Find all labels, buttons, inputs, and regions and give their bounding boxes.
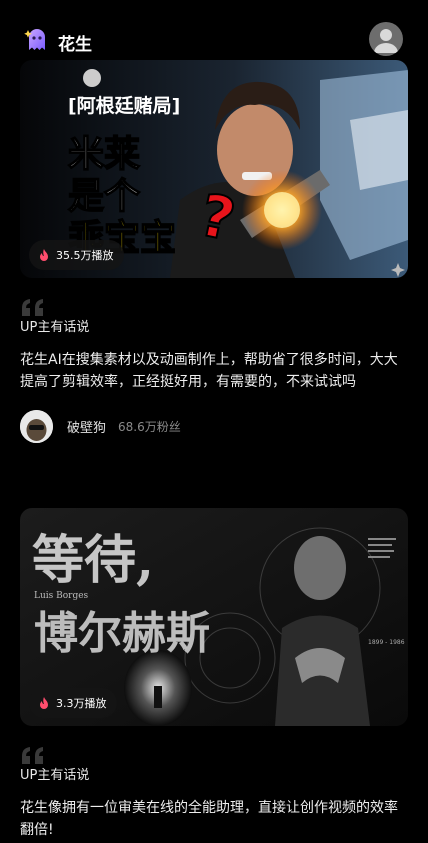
quote-icon: [22, 299, 43, 316]
play-count-badge: 35.5万播放: [29, 240, 124, 270]
video-thumbnail[interactable]: 等待, 博尔赫斯 Luis Borges 1899 - 1986 3.3万播放: [20, 508, 408, 726]
thumb-line-1: 米莱: [68, 134, 140, 175]
flame-icon: [40, 697, 48, 709]
flame-icon: [40, 249, 48, 261]
video-card-2[interactable]: 等待, 博尔赫斯 Luis Borges 1899 - 1986 3.3万播放 …: [20, 508, 408, 843]
play-count-badge: 3.3万播放: [29, 688, 117, 718]
dog-avatar-icon: [20, 409, 53, 443]
thumb-line-2: 博尔赫斯: [34, 608, 210, 659]
video-thumbnail[interactable]: [阿根廷赌局] 米莱 是个 乖宝宝 ? 35.5万播放: [20, 60, 408, 278]
author-avatar[interactable]: [20, 409, 53, 443]
thumb-line-2: 是个: [68, 176, 140, 217]
up-says-text: 花生AI在搜集素材以及动画制作上，帮助省了很多时间，大大提高了剪辑效率，正经挺好…: [20, 352, 398, 390]
thumb-years: 1899 - 1986: [368, 639, 405, 646]
app-title: 花生: [58, 35, 92, 55]
play-count: 3.3万播放: [56, 697, 107, 710]
play-count: 35.5万播放: [56, 249, 114, 262]
author-name[interactable]: 破壁狗: [67, 417, 106, 436]
up-says-label: UP主有话说: [20, 320, 90, 335]
up-says-label: UP主有话说: [20, 768, 90, 783]
quote-icon: [22, 747, 43, 764]
app-header: 花生: [0, 0, 428, 56]
thumb-caption: Luis Borges: [34, 591, 89, 601]
video-card-1[interactable]: [阿根廷赌局] 米莱 是个 乖宝宝 ? 35.5万播放 UP主有话说 花生AI在…: [20, 60, 408, 450]
up-says-text: 花生像拥有一位审美在线的全能助理，直接让创作视频的效率翻倍!: [20, 800, 398, 838]
user-avatar-icon: [374, 29, 398, 53]
profile-avatar-button[interactable]: [369, 22, 403, 56]
ghost-logo-icon[interactable]: [24, 26, 50, 52]
author-fans: 68.6万粉丝: [118, 419, 181, 434]
thumb-line-1: 等待,: [32, 530, 154, 591]
thumb-title: [阿根廷赌局]: [68, 94, 180, 117]
author-row[interactable]: 破壁狗 68.6万粉丝: [20, 409, 181, 443]
